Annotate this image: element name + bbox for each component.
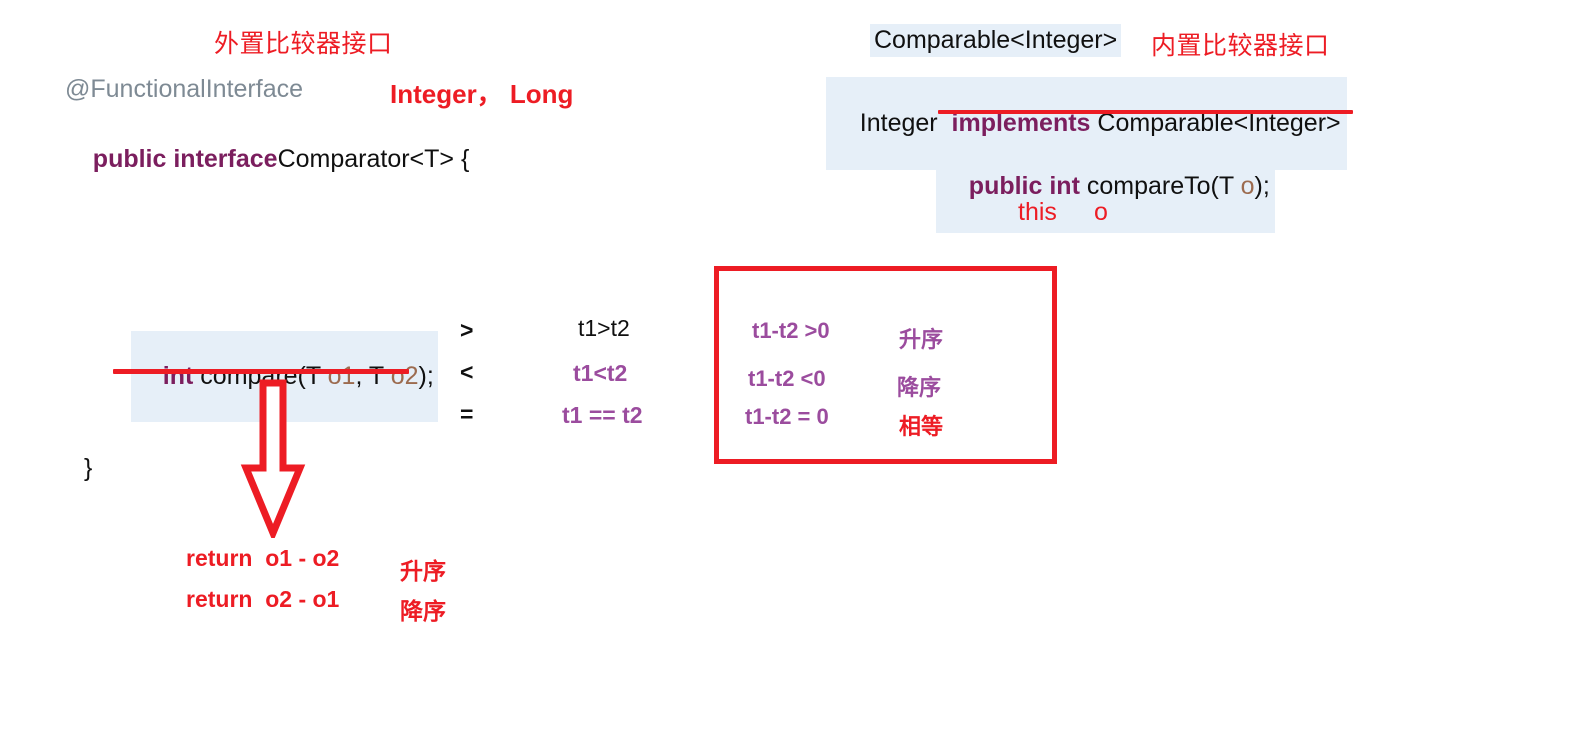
down-arrow-icon	[238, 378, 308, 543]
comparator-declaration-name: Comparator<T> {	[277, 145, 470, 173]
comparable-type-chip: Comparable<Integer>	[870, 24, 1122, 57]
compare-return-type: int	[162, 362, 194, 390]
result-expr-asc: t1-t2 >0	[752, 318, 830, 343]
comparator-closing-brace: }	[84, 454, 93, 482]
compareto-param-o: o	[1240, 172, 1255, 200]
return-order-asc: 升序	[400, 558, 446, 584]
operator-expr-lt: t1<t2	[573, 360, 628, 386]
left-panel-heading: 外置比较器接口	[214, 30, 393, 58]
result-expr-desc: t1-t2 <0	[748, 366, 826, 391]
compare-method-underline	[113, 369, 409, 374]
operator-symbol-gt: >	[460, 317, 474, 343]
compare-close-paren: );	[418, 362, 434, 390]
return-statement-asc: return o1 - o2	[186, 545, 340, 571]
operator-symbol-eq: =	[460, 401, 474, 427]
compare-param-o1: o1	[327, 362, 356, 390]
supported-types-note: Integer， Long	[390, 79, 574, 109]
operator-expr-eq: t1 == t2	[562, 402, 643, 428]
comparator-declaration: public interfaceComparator<T> {	[65, 116, 470, 203]
compareto-return-type: public int	[968, 172, 1080, 200]
slide-canvas: 外置比较器接口 @FunctionalInterface Integer， Lo…	[0, 0, 1594, 736]
return-statement-desc: return o2 - o1	[186, 586, 340, 612]
compareto-name-open: compareTo(T	[1079, 172, 1241, 200]
operator-expr-gt: t1>t2	[578, 315, 630, 341]
right-panel-heading: 内置比较器接口	[1151, 32, 1330, 60]
o-label: o	[1094, 198, 1108, 226]
result-order-asc: 升序	[899, 327, 944, 352]
result-expr-eq: t1-t2 = 0	[745, 404, 829, 429]
this-label: this	[1018, 198, 1057, 226]
functional-interface-annotation: @FunctionalInterface	[65, 75, 304, 103]
result-order-eq: 相等	[899, 414, 944, 439]
return-order-desc: 降序	[400, 598, 446, 624]
result-order-desc: 降序	[897, 375, 942, 400]
result-box	[714, 266, 1057, 464]
compare-param-sep: , T	[355, 362, 391, 390]
compare-param-o2: o2	[390, 362, 419, 390]
operator-symbol-lt: <	[460, 359, 474, 385]
implements-underline	[938, 110, 1353, 114]
comparator-declaration-keyword: public interface	[92, 145, 278, 173]
compareto-close-paren: );	[1254, 172, 1270, 200]
